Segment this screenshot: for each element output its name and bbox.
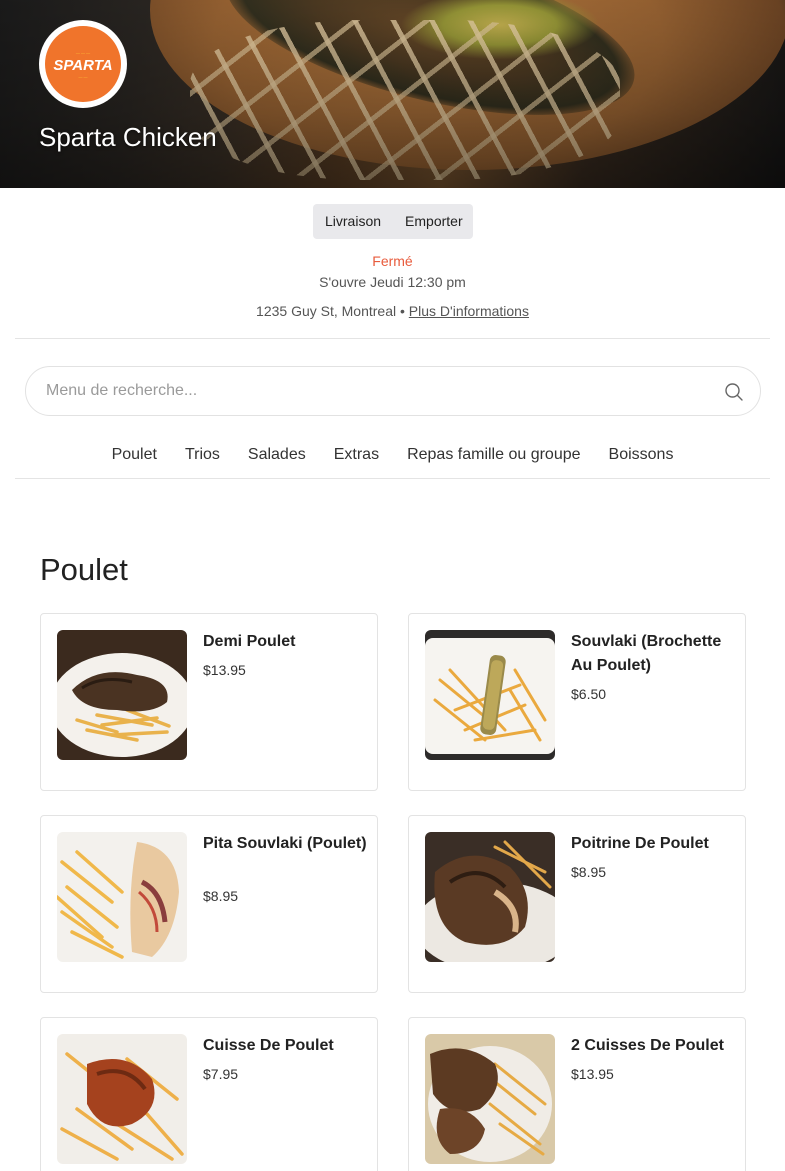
store-address-line: 1235 Guy St, Montreal • Plus D'informati… <box>0 303 785 319</box>
store-status: Fermé <box>372 253 413 269</box>
search-icon[interactable] <box>724 382 744 402</box>
header-divider <box>15 338 770 339</box>
menu-item-card[interactable]: Demi Poulet $13.95 <box>40 613 378 791</box>
menu-search <box>25 366 761 416</box>
store-logo: — — — SPARTA — — <box>39 20 127 108</box>
menu-item-card[interactable]: Poitrine De Poulet $8.95 <box>408 815 746 993</box>
tabs-divider <box>15 478 770 479</box>
tab-trios[interactable]: Trios <box>185 444 220 466</box>
menu-item-photo <box>425 630 555 760</box>
menu-item-price: $13.95 <box>571 1066 614 1082</box>
tab-repas-famille[interactable]: Repas famille ou groupe <box>407 444 580 466</box>
svg-text:— —: — — <box>78 74 87 79</box>
menu-item-price: $7.95 <box>203 1066 239 1082</box>
category-tabs: Poulet Trios Salades Extras Repas famill… <box>0 444 785 466</box>
menu-item-card[interactable]: Cuisse De Poulet $7.95 <box>40 1017 378 1171</box>
search-input[interactable] <box>46 367 706 415</box>
address-separator: • <box>396 303 409 319</box>
menu-item-card[interactable]: Souvlaki (Brochette Au Poulet) $6.50 <box>408 613 746 791</box>
tab-extras[interactable]: Extras <box>334 444 379 466</box>
menu-item-photo <box>57 832 187 962</box>
menu-item-name: Demi Poulet <box>203 633 296 650</box>
menu-item-name: Cuisse De Poulet <box>203 1037 334 1054</box>
opening-time: S'ouvre Jeudi 12:30 pm <box>319 274 466 290</box>
menu-item-photo <box>57 1034 187 1164</box>
takeout-option[interactable]: Emporter <box>393 204 475 239</box>
menu-item-price: $13.95 <box>203 662 246 678</box>
menu-item-name: Souvlaki (Brochette Au Poulet) <box>571 633 722 674</box>
logo-text: SPARTA <box>53 57 112 74</box>
menu-item-name: 2 Cuisses De Poulet <box>571 1037 724 1054</box>
tab-poulet[interactable]: Poulet <box>112 444 157 466</box>
svg-text:— — —: — — — <box>76 50 90 55</box>
menu-item-name: Poitrine De Poulet <box>571 835 709 852</box>
section-title: Poulet <box>40 552 128 587</box>
menu-item-price: $8.95 <box>571 864 607 880</box>
menu-item-price: $6.50 <box>571 686 607 702</box>
menu-item-photo <box>425 832 555 962</box>
menu-item-name: Pita Souvlaki (Poulet) <box>203 835 367 852</box>
more-info-link[interactable]: Plus D'informations <box>409 303 529 319</box>
store-banner <box>0 0 785 188</box>
order-mode-toggle: Livraison Emporter <box>313 204 473 239</box>
store-logo-mark: — — — SPARTA — — <box>45 26 121 102</box>
store-address: 1235 Guy St, Montreal <box>256 303 397 319</box>
menu-item-photo <box>425 1034 555 1164</box>
tab-salades[interactable]: Salades <box>248 444 306 466</box>
menu-item-card[interactable]: 2 Cuisses De Poulet $13.95 <box>408 1017 746 1171</box>
menu-item-price: $8.95 <box>203 888 239 904</box>
menu-item-photo <box>57 630 187 760</box>
tab-boissons[interactable]: Boissons <box>609 444 674 466</box>
menu-item-card[interactable]: Pita Souvlaki (Poulet) $8.95 <box>40 815 378 993</box>
store-name: Sparta Chicken <box>39 122 217 152</box>
delivery-option[interactable]: Livraison <box>313 204 393 239</box>
